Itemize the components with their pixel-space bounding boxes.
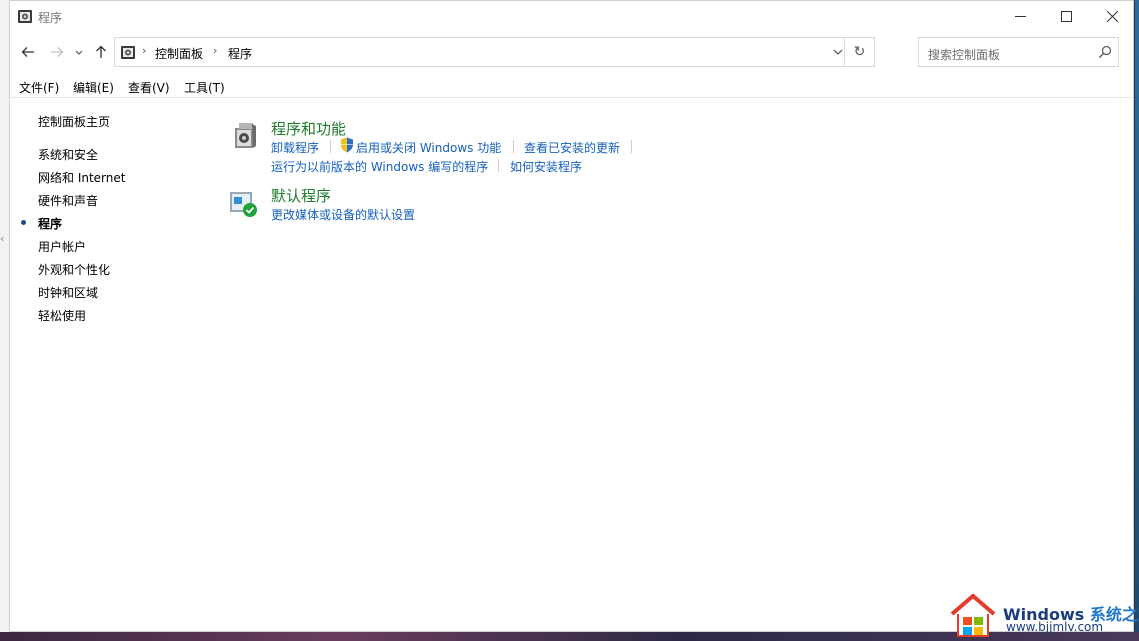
compat-programs-link[interactable]: 运行为以前版本的 Windows 编写的程序 [271,158,488,175]
close-button[interactable] [1089,1,1135,32]
house-windows-logo-icon [950,593,996,637]
breadcrumb-programs[interactable]: 程序 [228,45,252,62]
watermark-url: www.bjjmlv.com [1006,620,1104,634]
sidebar-item-ease-of-access[interactable]: 轻松使用 [38,307,86,324]
close-icon [1106,11,1118,22]
refresh-button[interactable]: ↻ [844,38,874,66]
minimize-icon [1014,16,1026,17]
control-panel-window: 程序 › 控制面板 › 程序 ↻ 搜索控制面板 文件(F) 编辑(E) 查看(V… [9,0,1134,632]
link-separator [513,140,514,153]
menu-bar: 文件(F) 编辑(E) 查看(V) 工具(T) [10,77,1133,98]
category-title[interactable]: 默认程序 [271,185,331,206]
address-dropdown-button[interactable] [832,45,844,59]
search-box[interactable]: 搜索控制面板 [918,37,1119,67]
recent-locations-button[interactable] [72,43,86,61]
default-programs-icon [230,192,257,217]
search-input[interactable]: 搜索控制面板 [928,46,1000,63]
window-title: 程序 [38,11,63,25]
up-button[interactable] [92,43,110,61]
sidebar-item-user-accounts[interactable]: 用户帐户 [38,238,86,255]
programs-features-icon [235,123,256,148]
control-panel-icon [17,8,33,24]
sidebar-home[interactable]: 控制面板主页 [38,113,110,130]
link-separator [631,140,632,153]
minimize-button[interactable] [997,1,1043,32]
link-separator [498,159,499,172]
refresh-icon: ↻ [853,44,866,60]
chevron-down-icon [75,50,83,55]
arrow-up-icon [96,45,106,58]
back-button[interactable] [19,43,37,61]
menu-tools[interactable]: 工具(T) [184,79,225,96]
uac-shield-icon [341,137,353,153]
how-to-install-link[interactable]: 如何安装程序 [510,158,582,175]
arrow-right-icon [51,47,64,57]
forward-button[interactable] [48,43,66,61]
control-panel-icon [120,44,136,60]
sidebar-item-clock-region[interactable]: 时钟和区域 [38,284,98,301]
chevron-down-icon [833,49,843,55]
menu-view[interactable]: 查看(V) [128,79,170,96]
uninstall-program-link[interactable]: 卸载程序 [271,139,319,156]
sidebar-item-system-security[interactable]: 系统和安全 [38,146,98,163]
menu-file[interactable]: 文件(F) [19,79,59,96]
link-separator [330,140,331,153]
navigation-bar: › 控制面板 › 程序 ↻ 搜索控制面板 [10,37,1133,69]
sidebar-item-appearance[interactable]: 外观和个性化 [38,261,110,278]
maximize-icon [1060,11,1072,22]
sidebar-item-programs: 程序 [38,217,63,231]
sidebar-item-network[interactable]: 网络和 Internet [38,169,125,186]
breadcrumb-separator-icon[interactable]: › [142,44,146,57]
menu-edit[interactable]: 编辑(E) [73,79,114,96]
windows-features-link[interactable]: 启用或关闭 Windows 功能 [356,139,501,156]
media-device-defaults-link[interactable]: 更改媒体或设备的默认设置 [271,206,415,223]
chevron-left-icon: ‹ [0,232,5,245]
search-icon[interactable] [1098,45,1112,59]
installed-updates-link[interactable]: 查看已安装的更新 [524,139,620,156]
title-bar[interactable]: 程序 [10,1,1133,32]
maximize-button[interactable] [1043,1,1089,32]
address-bar[interactable]: › 控制面板 › 程序 ↻ [114,37,875,67]
sidebar-item-hardware-sound[interactable]: 硬件和声音 [38,192,98,209]
desktop-right-edge [1135,0,1139,641]
breadcrumb-control-panel[interactable]: 控制面板 [155,45,203,62]
arrow-left-icon [21,47,34,57]
desktop-left-edge [0,0,9,641]
current-item-bullet-icon [21,220,26,225]
category-title[interactable]: 程序和功能 [271,118,346,139]
breadcrumb-separator-icon[interactable]: › [213,44,217,57]
watermark: Windows 系统之家 www.bjjmlv.com [946,588,1139,641]
